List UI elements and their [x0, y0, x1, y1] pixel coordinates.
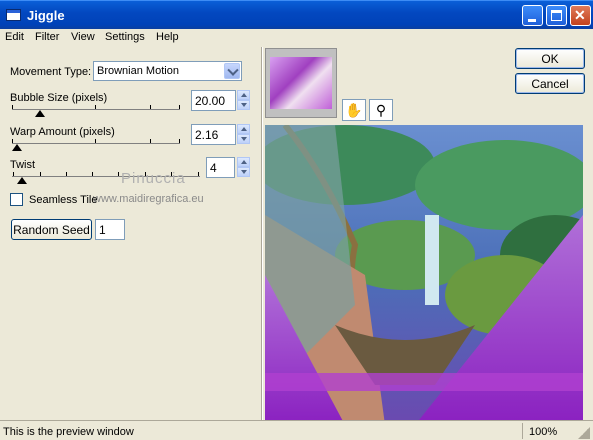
resize-grip-icon[interactable]	[578, 427, 590, 439]
warp-amount-track[interactable]	[12, 143, 180, 144]
slider-tick	[92, 172, 93, 176]
spin-up-icon[interactable]	[237, 90, 250, 100]
slider-tick	[95, 105, 96, 109]
chevron-down-icon[interactable]	[224, 63, 240, 79]
menu-edit[interactable]: Edit	[5, 31, 24, 43]
warp-amount-value: 2.16	[195, 128, 219, 142]
slider-tick	[12, 105, 13, 109]
watermark-name: Pinuccia	[121, 170, 186, 187]
maximize-icon	[551, 10, 562, 21]
spin-down-icon[interactable]	[237, 167, 250, 177]
close-icon: ✕	[574, 7, 586, 23]
warp-amount-label: Warp Amount (pixels)	[10, 126, 115, 138]
menu-settings[interactable]: Settings	[105, 31, 145, 43]
window-title: Jiggle	[27, 8, 65, 23]
bubble-size-value: 20.00	[195, 94, 226, 108]
slider-tick	[198, 172, 199, 176]
movement-type-label: Movement Type:	[10, 66, 92, 78]
random-seed-button[interactable]: Random Seed	[11, 219, 92, 240]
menu-view[interactable]: View	[71, 31, 95, 43]
ok-button[interactable]: OK	[515, 48, 585, 69]
status-separator	[522, 423, 523, 439]
menu-help[interactable]: Help	[156, 31, 179, 43]
twist-field[interactable]: 4	[206, 157, 235, 178]
status-bar: This is the preview window 100%	[0, 420, 593, 440]
bubble-size-label: Bubble Size (pixels)	[10, 92, 108, 104]
bubble-size-field[interactable]: 20.00	[191, 90, 236, 111]
magnifier-icon[interactable]: ⚲	[369, 99, 393, 121]
slider-tick	[12, 139, 13, 143]
bubble-size-spinner[interactable]	[237, 90, 250, 111]
twist-thumb[interactable]	[17, 177, 27, 184]
preview-image	[265, 125, 583, 420]
menu-filter[interactable]: Filter	[35, 31, 59, 43]
watermark-url: www.maidiregrafica.eu	[93, 193, 204, 205]
status-text: This is the preview window	[3, 426, 134, 438]
twist-spinner[interactable]	[237, 157, 250, 178]
slider-tick	[150, 139, 151, 143]
maximize-button[interactable]	[546, 5, 567, 26]
slider-tick	[13, 172, 14, 176]
spin-up-icon[interactable]	[237, 157, 250, 167]
movement-type-value: Brownian Motion	[97, 65, 179, 77]
close-button[interactable]: ✕	[570, 5, 591, 26]
zoom-level: 100%	[529, 426, 558, 438]
minimize-icon	[528, 19, 536, 22]
app-icon	[6, 9, 21, 21]
slider-tick	[40, 172, 41, 176]
preview-window[interactable]	[265, 125, 583, 420]
random-seed-label: Random Seed	[13, 223, 90, 237]
random-seed-value: 1	[99, 223, 106, 237]
menu-bar: Edit Filter View Settings Help	[0, 29, 593, 47]
spin-down-icon[interactable]	[237, 100, 250, 110]
slider-tick	[95, 139, 96, 143]
slider-tick	[179, 105, 180, 109]
hand-pan-icon[interactable]: ✋	[342, 99, 366, 121]
ok-label: OK	[541, 52, 559, 66]
warp-amount-thumb[interactable]	[12, 144, 22, 151]
slider-tick	[66, 172, 67, 176]
cancel-button[interactable]: Cancel	[515, 73, 585, 94]
cancel-label: Cancel	[531, 77, 569, 91]
seamless-tile-label: Seamless Tile	[29, 194, 98, 206]
random-seed-field[interactable]: 1	[95, 219, 125, 240]
title-bar: Jiggle ✕	[0, 0, 593, 29]
movement-type-select[interactable]: Brownian Motion	[93, 61, 242, 81]
minimize-button[interactable]	[522, 5, 543, 26]
slider-tick	[150, 105, 151, 109]
twist-value: 4	[210, 161, 217, 175]
bubble-size-thumb[interactable]	[35, 110, 45, 117]
thumbnail-image	[270, 57, 332, 109]
slider-tick	[118, 172, 119, 176]
spin-up-icon[interactable]	[237, 124, 250, 134]
panel-divider	[261, 47, 263, 420]
twist-label: Twist	[10, 159, 36, 171]
slider-tick	[179, 139, 180, 143]
seamless-tile-checkbox[interactable]	[10, 193, 23, 206]
spin-down-icon[interactable]	[237, 134, 250, 144]
navigator-thumbnail[interactable]	[265, 48, 337, 118]
warp-amount-field[interactable]: 2.16	[191, 124, 236, 145]
warp-amount-spinner[interactable]	[237, 124, 250, 145]
